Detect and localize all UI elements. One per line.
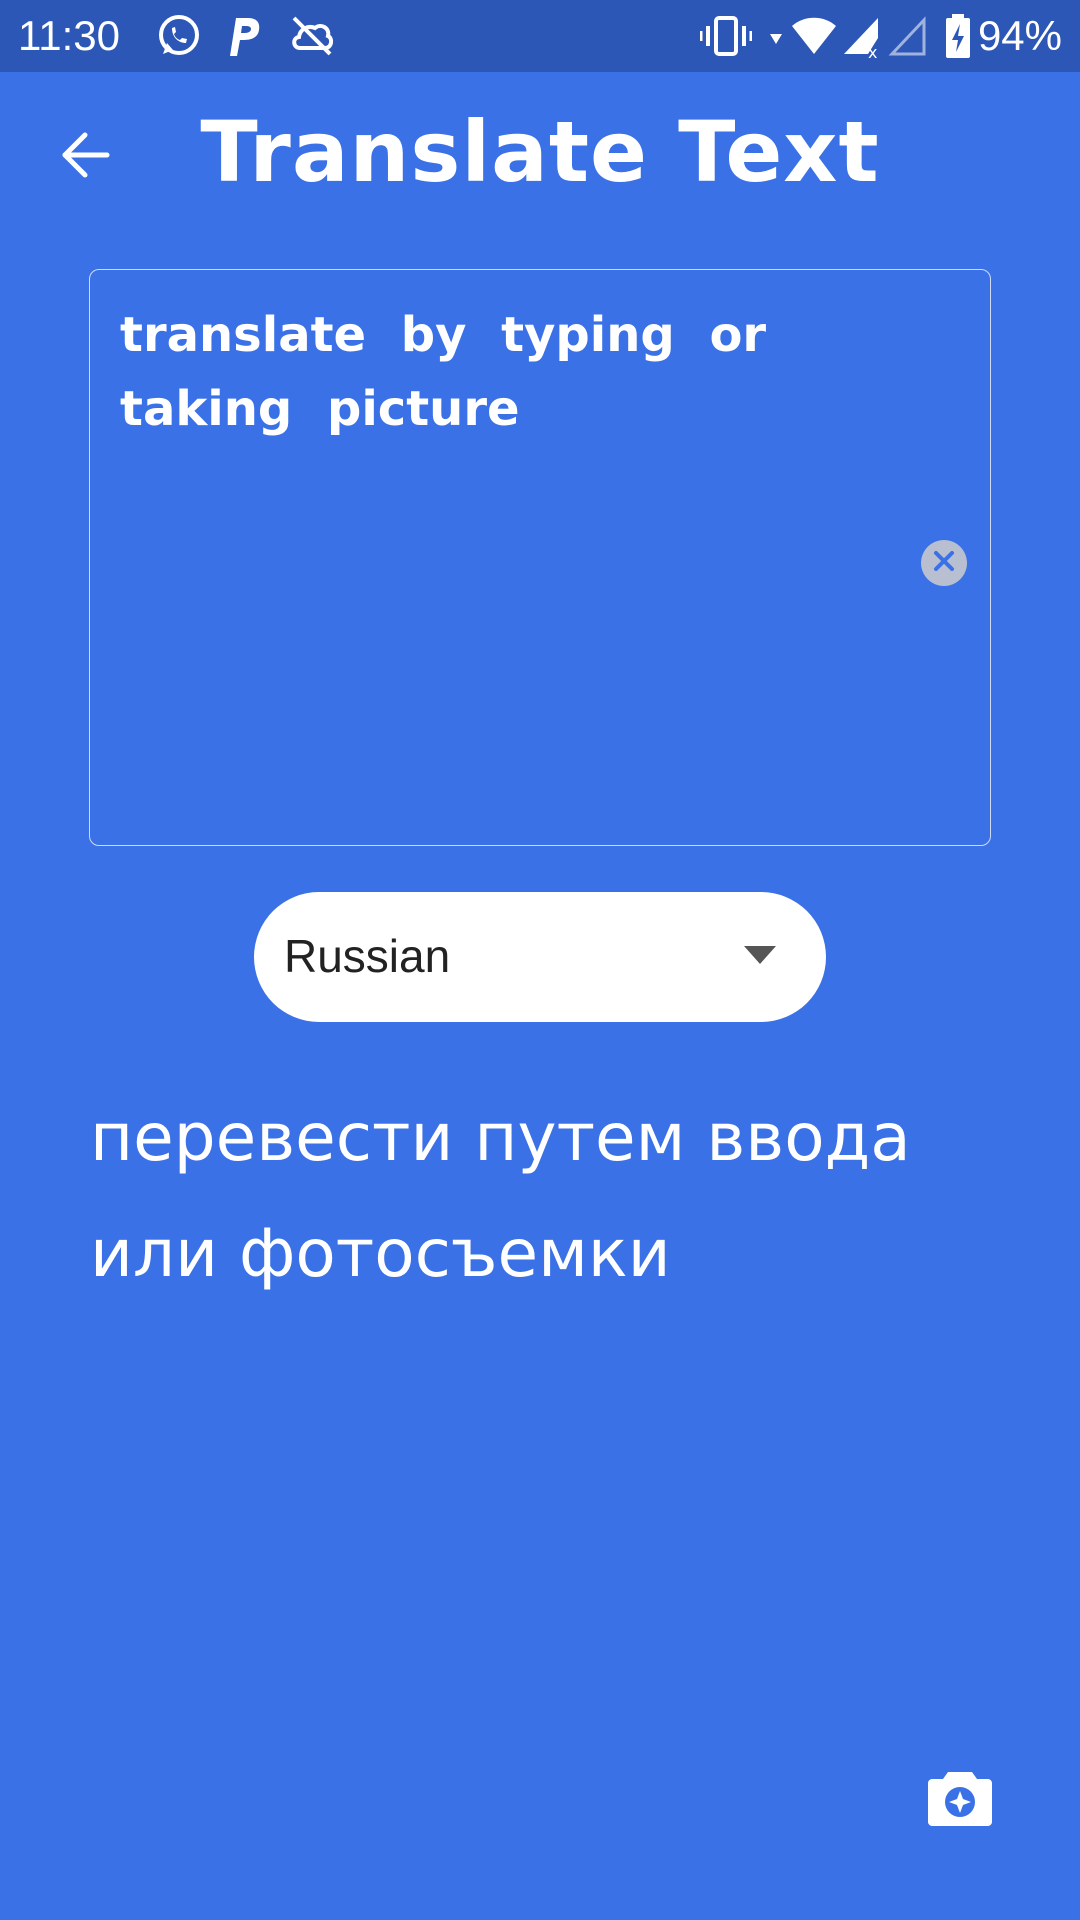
dropdown-caret-icon: [744, 946, 776, 968]
camera-button[interactable]: [928, 1768, 992, 1826]
camera-icon: [928, 1772, 992, 1830]
signal-empty-icon: [888, 12, 928, 64]
parking-p-icon: [224, 12, 264, 64]
battery-charging-icon: [944, 12, 972, 64]
whatsapp-icon: [155, 12, 203, 64]
data-arrow-icon: [768, 20, 784, 56]
battery-percent: 94%: [977, 12, 1062, 59]
input-text[interactable]: translate by typing or taking picture: [120, 298, 880, 446]
status-bar: 11:30 x 94%: [0, 0, 1080, 72]
language-select[interactable]: Russian: [254, 892, 826, 1022]
svg-text:x: x: [868, 43, 877, 60]
page-title: Translate Text: [200, 103, 880, 201]
status-time: 11:30: [18, 12, 120, 59]
language-select-value: Russian: [284, 930, 451, 982]
signal-icon: x: [842, 12, 882, 64]
clear-input-button[interactable]: [921, 540, 967, 586]
app-bar: Translate Text: [0, 72, 1080, 236]
clear-circle-icon: [931, 548, 957, 578]
vibrate-icon: [699, 12, 753, 64]
wifi-icon: [790, 12, 838, 64]
translation-output: перевести путем ввода или фотосъемки: [90, 1099, 911, 1292]
translate-input-field[interactable]: translate by typing or taking picture: [89, 269, 991, 846]
cloud-off-icon: [288, 12, 336, 64]
